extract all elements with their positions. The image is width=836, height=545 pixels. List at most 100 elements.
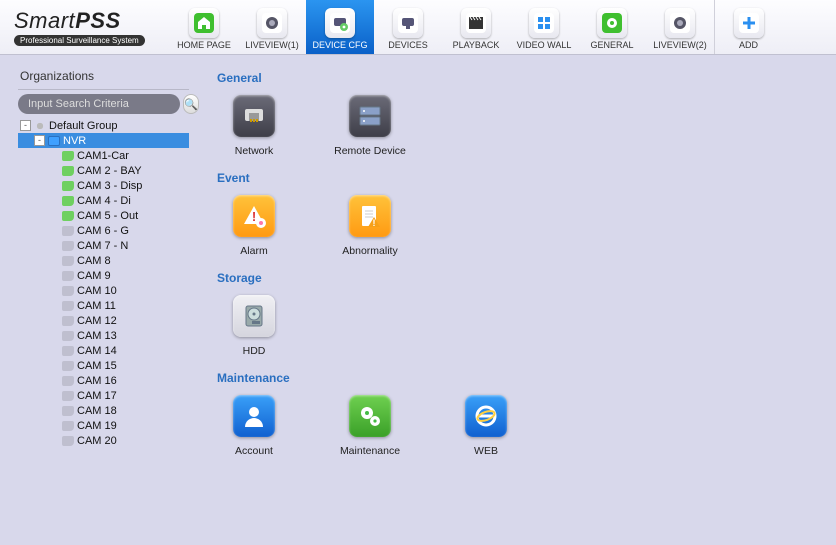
device-tree: -Default Group-NVRCAM1-CarCAM 2 - BAYCAM… [18, 118, 189, 448]
tree-cam-8[interactable]: CAM 8 [18, 253, 189, 268]
config-item-label: Abnormality [342, 245, 397, 257]
tree-root[interactable]: - Default Group [18, 118, 189, 133]
sidebar: Organizations 🔍 -Default Group-NVRCAM1-C… [0, 55, 195, 545]
device-gear-icon [325, 8, 355, 38]
device-icon [393, 8, 423, 38]
tree-label: CAM 20 [77, 435, 117, 447]
tree-cam-18[interactable]: CAM 18 [18, 403, 189, 418]
config-item-remote[interactable]: Remote Device [335, 95, 405, 157]
config-item-account[interactable]: Account [219, 395, 289, 457]
app-title: SmartPSS [14, 8, 170, 34]
section-row-general: Network Remote Device [219, 95, 826, 157]
section-row-event: !Alarm !Abnormality [219, 195, 826, 257]
main-content: GeneralNetworkRemote DeviceEvent!Alarm!A… [195, 55, 836, 545]
cam-off-icon [62, 331, 74, 341]
account-icon [233, 395, 275, 437]
section-title-storage: Storage [217, 271, 826, 285]
cam-off-icon [62, 226, 74, 236]
tab-label: DEVICES [388, 40, 428, 50]
cam-off-icon [62, 286, 74, 296]
tab-devices[interactable]: DEVICES [374, 0, 442, 54]
config-item-network[interactable]: Network [219, 95, 289, 157]
tree-cam-5[interactable]: CAM 5 - Out [18, 208, 189, 223]
tree-label: CAM 13 [77, 330, 117, 342]
tree-label: CAM 7 - N [77, 240, 128, 252]
cam-off-icon [62, 316, 74, 326]
config-item-hdd[interactable]: HDD [219, 295, 289, 357]
cam-off-icon [62, 436, 74, 446]
tree-device-nvr[interactable]: - NVR [18, 133, 189, 148]
section-row-maintenance: Account Maintenance WEB [219, 395, 826, 457]
tab-wall[interactable]: VIDEO WALL [510, 0, 578, 54]
tree-cam-17[interactable]: CAM 17 [18, 388, 189, 403]
tab-label: PLAYBACK [453, 40, 500, 50]
tree-cam-1[interactable]: CAM1-Car [18, 148, 189, 163]
tree-label: CAM 5 - Out [77, 210, 138, 222]
plus-icon [734, 8, 764, 38]
tree-label: CAM 8 [77, 255, 111, 267]
config-item-label: Account [235, 445, 273, 457]
sidebar-title: Organizations [18, 65, 189, 90]
tab-label: VIDEO WALL [517, 40, 572, 50]
body: Organizations 🔍 -Default Group-NVRCAM1-C… [0, 55, 836, 545]
tree-label: CAM 11 [77, 300, 116, 312]
tree-cam-6[interactable]: CAM 6 - G [18, 223, 189, 238]
cam-off-icon [62, 241, 74, 251]
tree-cam-15[interactable]: CAM 15 [18, 358, 189, 373]
config-item-label: Network [235, 145, 274, 157]
tree-label: CAM 18 [77, 405, 117, 417]
tab-label: ADD [739, 40, 758, 50]
tab-label: LIVEVIEW(1) [245, 40, 299, 50]
section-title-event: Event [217, 171, 826, 185]
tree-cam-14[interactable]: CAM 14 [18, 343, 189, 358]
tree-cam-7[interactable]: CAM 7 - N [18, 238, 189, 253]
tree-label: CAM 17 [77, 390, 117, 402]
config-item-label: HDD [243, 345, 266, 357]
tree-cam-16[interactable]: CAM 16 [18, 373, 189, 388]
tree-cam-2[interactable]: CAM 2 - BAY [18, 163, 189, 178]
tab-lv1[interactable]: LIVEVIEW(1) [238, 0, 306, 54]
cam-on-icon [62, 151, 74, 161]
tree-label: CAM 3 - Disp [77, 180, 142, 192]
cam-on-icon [62, 196, 74, 206]
config-item-alarm[interactable]: !Alarm [219, 195, 289, 257]
tree-label: NVR [63, 135, 86, 147]
nav-tabs: HOME PAGE LIVEVIEW(1) DEVICE CFG DEVICES PLA… [170, 0, 836, 54]
gear-icon [597, 8, 627, 38]
search-input[interactable] [18, 94, 180, 114]
camera-icon [257, 8, 287, 38]
tree-label: CAM 12 [77, 315, 117, 327]
config-item-maint[interactable]: Maintenance [335, 395, 405, 457]
tree-cam-10[interactable]: CAM 10 [18, 283, 189, 298]
tree-cam-12[interactable]: CAM 12 [18, 313, 189, 328]
camera-icon [665, 8, 695, 38]
tree-cam-9[interactable]: CAM 9 [18, 268, 189, 283]
tab-cfg[interactable]: DEVICE CFG [306, 0, 374, 54]
tab-home[interactable]: HOME PAGE [170, 0, 238, 54]
tree-cam-4[interactable]: CAM 4 - Di [18, 193, 189, 208]
tree-label: CAM 19 [77, 420, 117, 432]
network-icon [233, 95, 275, 137]
tree-label: CAM1-Car [77, 150, 129, 162]
tab-playback[interactable]: PLAYBACK [442, 0, 510, 54]
config-item-abn[interactable]: !Abnormality [335, 195, 405, 257]
grid-icon [529, 8, 559, 38]
tree-cam-19[interactable]: CAM 19 [18, 418, 189, 433]
tab-general[interactable]: GENERAL [578, 0, 646, 54]
tab-label: GENERAL [590, 40, 633, 50]
tab-label: LIVEVIEW(2) [653, 40, 707, 50]
config-item-label: Maintenance [340, 445, 400, 457]
tree-cam-3[interactable]: CAM 3 - Disp [18, 178, 189, 193]
config-item-web[interactable]: WEB [451, 395, 521, 457]
tab-add[interactable]: ADD [714, 0, 782, 54]
config-item-label: Remote Device [334, 145, 406, 157]
section-title-general: General [217, 71, 826, 85]
app-logo: SmartPSS Professional Surveillance Syste… [0, 0, 170, 54]
tree-cam-13[interactable]: CAM 13 [18, 328, 189, 343]
tree-cam-11[interactable]: CAM 11 [18, 298, 189, 313]
tab-lv2[interactable]: LIVEVIEW(2) [646, 0, 714, 54]
tree-label: Default Group [49, 120, 117, 132]
tree-cam-20[interactable]: CAM 20 [18, 433, 189, 448]
tree-expander[interactable]: - [34, 135, 45, 146]
tree-expander[interactable]: - [20, 120, 31, 131]
